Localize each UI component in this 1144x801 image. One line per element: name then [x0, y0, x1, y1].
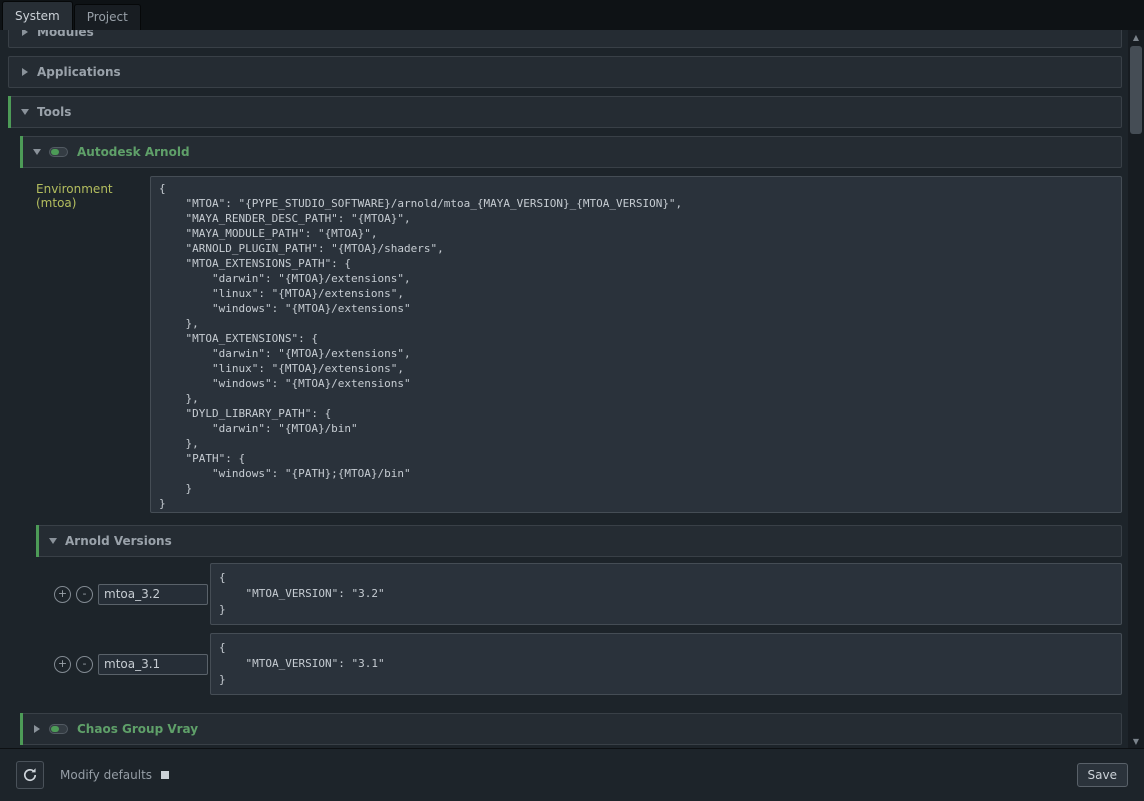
- section-label-modules: Modules: [37, 30, 94, 39]
- version-controls: + -: [36, 654, 210, 675]
- collapse-arrow-icon: [33, 149, 41, 155]
- remove-version-button[interactable]: -: [76, 656, 93, 673]
- section-header-arnold-versions[interactable]: Arnold Versions: [36, 525, 1122, 557]
- expand-arrow-icon: [22, 68, 28, 76]
- remove-version-button[interactable]: -: [76, 586, 93, 603]
- modify-defaults-checkbox[interactable]: [161, 771, 169, 779]
- vertical-scrollbar[interactable]: ▲ ▼: [1128, 30, 1144, 748]
- scrollbar-up-arrow[interactable]: ▲: [1128, 30, 1144, 44]
- expand-arrow-icon: [34, 725, 40, 733]
- tab-system[interactable]: System: [2, 1, 73, 30]
- save-button[interactable]: Save: [1077, 763, 1128, 787]
- tab-bar: System Project: [0, 0, 1144, 30]
- enabled-toggle-icon[interactable]: [49, 147, 68, 157]
- section-label-chaos-group-vray: Chaos Group Vray: [77, 722, 198, 736]
- settings-window: System Project Modules Applications Tool…: [0, 0, 1144, 801]
- spacer: [36, 703, 1122, 713]
- override-indicator-bar: [36, 525, 39, 557]
- version-controls: + -: [36, 584, 210, 605]
- environment-label: Environment (mtoa): [36, 176, 150, 513]
- section-header-applications[interactable]: Applications: [8, 56, 1122, 88]
- expand-arrow-icon: [22, 30, 28, 36]
- section-header-modules[interactable]: Modules: [8, 30, 1122, 48]
- environment-json-editor[interactable]: { "MTOA": "{PYPE_STUDIO_SOFTWARE}/arnold…: [150, 176, 1122, 513]
- override-indicator-bar: [20, 713, 23, 745]
- settings-main: Modules Applications Tools Autodesk: [0, 30, 1144, 748]
- footer-bar: Modify defaults Save: [0, 748, 1144, 801]
- collapse-arrow-icon: [49, 538, 57, 544]
- enabled-toggle-icon[interactable]: [49, 724, 68, 734]
- section-label-autodesk-arnold: Autodesk Arnold: [77, 145, 190, 159]
- toggle-knob: [51, 149, 59, 155]
- refresh-icon: [22, 767, 38, 783]
- toggle-knob: [51, 726, 59, 732]
- refresh-button[interactable]: [16, 761, 44, 789]
- override-indicator-bar: [20, 136, 23, 168]
- section-label-tools: Tools: [37, 105, 71, 119]
- override-indicator-bar: [8, 96, 11, 128]
- version-json-editor[interactable]: { "MTOA_VERSION": "3.1" }: [210, 633, 1122, 695]
- environment-row: Environment (mtoa) { "MTOA": "{PYPE_STUD…: [36, 176, 1122, 513]
- section-header-autodesk-arnold[interactable]: Autodesk Arnold: [20, 136, 1122, 168]
- section-label-applications: Applications: [37, 65, 121, 79]
- version-row: + - { "MTOA_VERSION": "3.1" }: [36, 633, 1122, 695]
- scrollbar-thumb[interactable]: [1130, 46, 1142, 134]
- section-label-arnold-versions: Arnold Versions: [65, 534, 172, 548]
- collapse-arrow-icon: [21, 109, 29, 115]
- settings-scroll-area: Modules Applications Tools Autodesk: [0, 30, 1128, 748]
- arnold-versions-body: + - { "MTOA_VERSION": "3.2" } + -: [36, 563, 1122, 695]
- add-version-button[interactable]: +: [54, 586, 71, 603]
- section-header-tools[interactable]: Tools: [8, 96, 1122, 128]
- version-name-input[interactable]: [98, 584, 208, 605]
- version-json-editor[interactable]: { "MTOA_VERSION": "3.2" }: [210, 563, 1122, 625]
- add-version-button[interactable]: +: [54, 656, 71, 673]
- modify-defaults-label: Modify defaults: [60, 768, 152, 782]
- version-name-input[interactable]: [98, 654, 208, 675]
- arnold-section-body: Environment (mtoa) { "MTOA": "{PYPE_STUD…: [36, 176, 1122, 713]
- tools-section-body: Autodesk Arnold Environment (mtoa) { "MT…: [20, 136, 1122, 745]
- scrollbar-down-arrow[interactable]: ▼: [1128, 734, 1144, 748]
- version-row: + - { "MTOA_VERSION": "3.2" }: [36, 563, 1122, 625]
- tab-project[interactable]: Project: [74, 4, 141, 30]
- section-header-chaos-group-vray[interactable]: Chaos Group Vray: [20, 713, 1122, 745]
